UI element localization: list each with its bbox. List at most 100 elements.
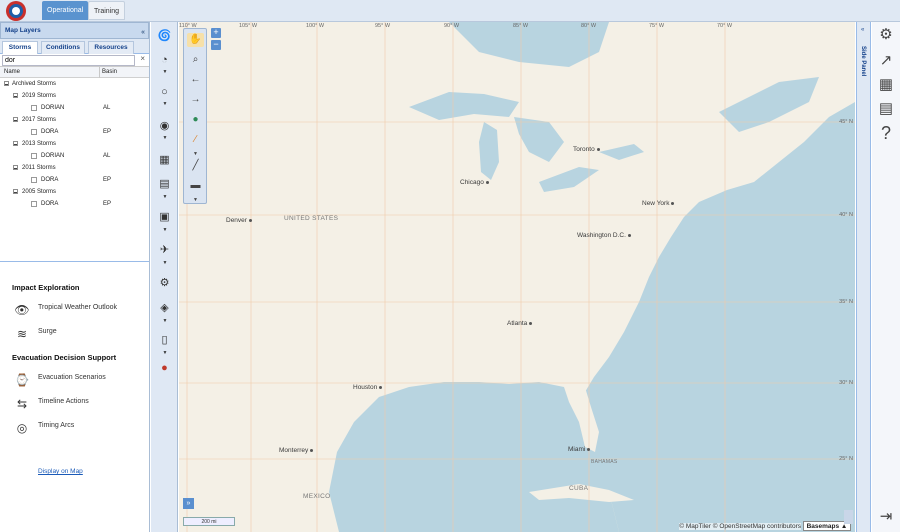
layers-icon[interactable]: ◈ bbox=[155, 300, 174, 316]
calculator-icon[interactable]: ▦ bbox=[877, 76, 895, 94]
clear-search-icon[interactable]: × bbox=[140, 54, 145, 63]
tropical-weather-outlook-item[interactable]: 👁 Tropical Weather Outlook bbox=[0, 298, 150, 322]
forecast-cone-icon[interactable]: ○ bbox=[155, 84, 174, 100]
timing-arcs-item[interactable]: ◎ Timing Arcs bbox=[0, 416, 150, 440]
city-label-new-york: New York bbox=[642, 200, 676, 207]
tree-group-row[interactable]: 2011 Storms bbox=[0, 162, 149, 174]
storm-row[interactable]: DORA EP bbox=[0, 126, 149, 138]
binoculars-icon: 👁 bbox=[14, 303, 30, 317]
cone-icon[interactable]: ◔ bbox=[155, 52, 174, 68]
logout-icon[interactable]: ⇥ bbox=[877, 508, 895, 526]
map-view[interactable]: 110° W 105° W 100° W 95° W 90° W 85° W 8… bbox=[179, 22, 855, 532]
settings-gears-icon[interactable]: ⚙ bbox=[877, 26, 895, 44]
storm-row[interactable]: DORA EP bbox=[0, 198, 149, 210]
side-panel[interactable]: « Side Panel bbox=[856, 22, 871, 532]
zoom-in-button[interactable]: + bbox=[211, 28, 221, 38]
collapse-toggle-icon[interactable] bbox=[13, 165, 18, 170]
dropdown-arrow-icon[interactable]: ▼ bbox=[162, 318, 168, 324]
storm-checkbox[interactable] bbox=[31, 105, 37, 111]
rainfall-icon[interactable]: ▤ bbox=[155, 176, 174, 192]
chart-icon[interactable]: ↗ bbox=[877, 52, 895, 70]
storm-checkbox[interactable] bbox=[31, 129, 37, 135]
storm-checkbox[interactable] bbox=[31, 153, 37, 159]
lat-label: 30° N bbox=[839, 380, 853, 386]
storm-checkbox[interactable] bbox=[31, 177, 37, 183]
storm-row[interactable]: DORA EP bbox=[0, 174, 149, 186]
storm-search-input[interactable] bbox=[2, 55, 135, 66]
dropdown-arrow-icon[interactable]: ▼ bbox=[162, 350, 168, 356]
globe-icon[interactable]: ● bbox=[187, 113, 204, 127]
help-icon[interactable]: ? bbox=[877, 124, 895, 142]
wind-field-icon[interactable]: ◉ bbox=[155, 118, 174, 134]
dropdown-arrow-icon[interactable]: ▼ bbox=[162, 260, 168, 266]
zoom-box-icon[interactable]: ⌕ bbox=[187, 53, 204, 67]
zoom-out-button[interactable]: − bbox=[211, 40, 221, 50]
lake-erie bbox=[539, 167, 599, 192]
dropdown-arrow-icon[interactable]: ▼ bbox=[162, 101, 168, 107]
map-layers-header: Map Layers « bbox=[0, 22, 149, 39]
draw-line-icon[interactable]: ╱ bbox=[187, 159, 204, 173]
item-label: Tropical Weather Outlook bbox=[38, 304, 117, 311]
evacuation-scenarios-item[interactable]: ⌚ Evacuation Scenarios bbox=[0, 368, 150, 392]
dropdown-arrow-icon[interactable]: ▼ bbox=[162, 135, 168, 141]
collapse-toggle-icon[interactable] bbox=[13, 141, 18, 146]
tab-training[interactable]: Training bbox=[88, 1, 126, 20]
warning-flag-icon[interactable]: ▣ bbox=[155, 209, 174, 225]
dropdown-arrow-icon[interactable]: ▼ bbox=[162, 227, 168, 233]
lon-label: 85° W bbox=[513, 23, 529, 29]
arrows-icon: ⇆ bbox=[16, 397, 28, 411]
storm-basin: AL bbox=[103, 153, 111, 159]
tree-group-row[interactable]: 2013 Storms bbox=[0, 138, 149, 150]
column-basin-header[interactable]: Basin bbox=[102, 69, 117, 75]
surge-item[interactable]: ≋ Surge bbox=[0, 322, 150, 346]
storm-row[interactable]: DORIAN AL bbox=[0, 102, 149, 114]
tab-conditions[interactable]: Conditions bbox=[41, 41, 85, 54]
storm-basin: EP bbox=[103, 177, 112, 183]
stop-icon[interactable]: ● bbox=[155, 360, 174, 376]
storm-name: DORA bbox=[41, 177, 59, 183]
tree-group-row[interactable]: 2005 Storms bbox=[0, 186, 149, 198]
expand-side-panel-icon[interactable]: « bbox=[861, 27, 864, 33]
map-scroll-handle[interactable] bbox=[844, 510, 853, 524]
dropdown-arrow-icon[interactable]: ▼ bbox=[162, 69, 168, 75]
storm-basin: AL bbox=[103, 105, 111, 111]
storm-name: DORA bbox=[41, 201, 59, 207]
tree-group-row[interactable]: 2017 Storms bbox=[0, 114, 149, 126]
storm-checkbox[interactable] bbox=[31, 201, 37, 207]
storm-track-icon[interactable]: 🌀 bbox=[155, 28, 174, 44]
city-label-toronto: Toronto bbox=[573, 146, 602, 153]
watch-icon: ⌚ bbox=[14, 373, 30, 387]
probability-icon[interactable]: ▦ bbox=[155, 152, 174, 168]
tab-resources[interactable]: Resources bbox=[88, 41, 134, 54]
collapse-toggle-icon[interactable] bbox=[13, 117, 18, 122]
item-label: Timeline Actions bbox=[38, 398, 89, 405]
dropdown-arrow-icon[interactable]: ▼ bbox=[162, 194, 168, 200]
display-on-map-link[interactable]: Display on Map bbox=[38, 468, 83, 475]
expand-panel-button[interactable]: » bbox=[183, 498, 194, 509]
measure-icon[interactable]: ∕ bbox=[187, 133, 204, 147]
timeline-actions-item[interactable]: ⇆ Timeline Actions bbox=[0, 392, 150, 416]
lon-label: 100° W bbox=[306, 23, 325, 29]
collapse-toggle-icon[interactable] bbox=[13, 93, 18, 98]
back-arrow-icon[interactable]: ← bbox=[187, 73, 204, 87]
column-name-header[interactable]: Name bbox=[4, 69, 20, 75]
scale-bar: 200 mi bbox=[183, 517, 235, 526]
collapse-left-panel-icon[interactable]: « bbox=[141, 25, 145, 40]
storm-row[interactable]: DORIAN AL bbox=[0, 150, 149, 162]
tab-storms[interactable]: Storms bbox=[2, 41, 38, 54]
ruler-icon[interactable]: ▬ bbox=[187, 179, 204, 193]
report-icon[interactable]: ▤ bbox=[877, 100, 895, 118]
tree-group-row[interactable]: 2019 Storms bbox=[0, 90, 149, 102]
hurricane-icon[interactable]: ✈ bbox=[155, 242, 174, 258]
collapse-toggle-icon[interactable] bbox=[4, 81, 9, 86]
pan-hand-icon[interactable]: ✋ bbox=[187, 33, 204, 47]
forward-arrow-icon[interactable]: → bbox=[187, 93, 204, 107]
tree-root-row[interactable]: Archived Storms bbox=[0, 78, 149, 90]
tab-operational[interactable]: Operational bbox=[42, 1, 89, 20]
mouse-icon[interactable]: ▯ bbox=[155, 332, 174, 348]
collapse-toggle-icon[interactable] bbox=[13, 189, 18, 194]
settings-gear-icon[interactable]: ⚙ bbox=[155, 275, 174, 291]
country-label-mexico: MEXICO bbox=[303, 493, 331, 500]
dropdown-arrow-icon[interactable]: ▼ bbox=[187, 193, 204, 207]
column-divider bbox=[99, 67, 100, 78]
